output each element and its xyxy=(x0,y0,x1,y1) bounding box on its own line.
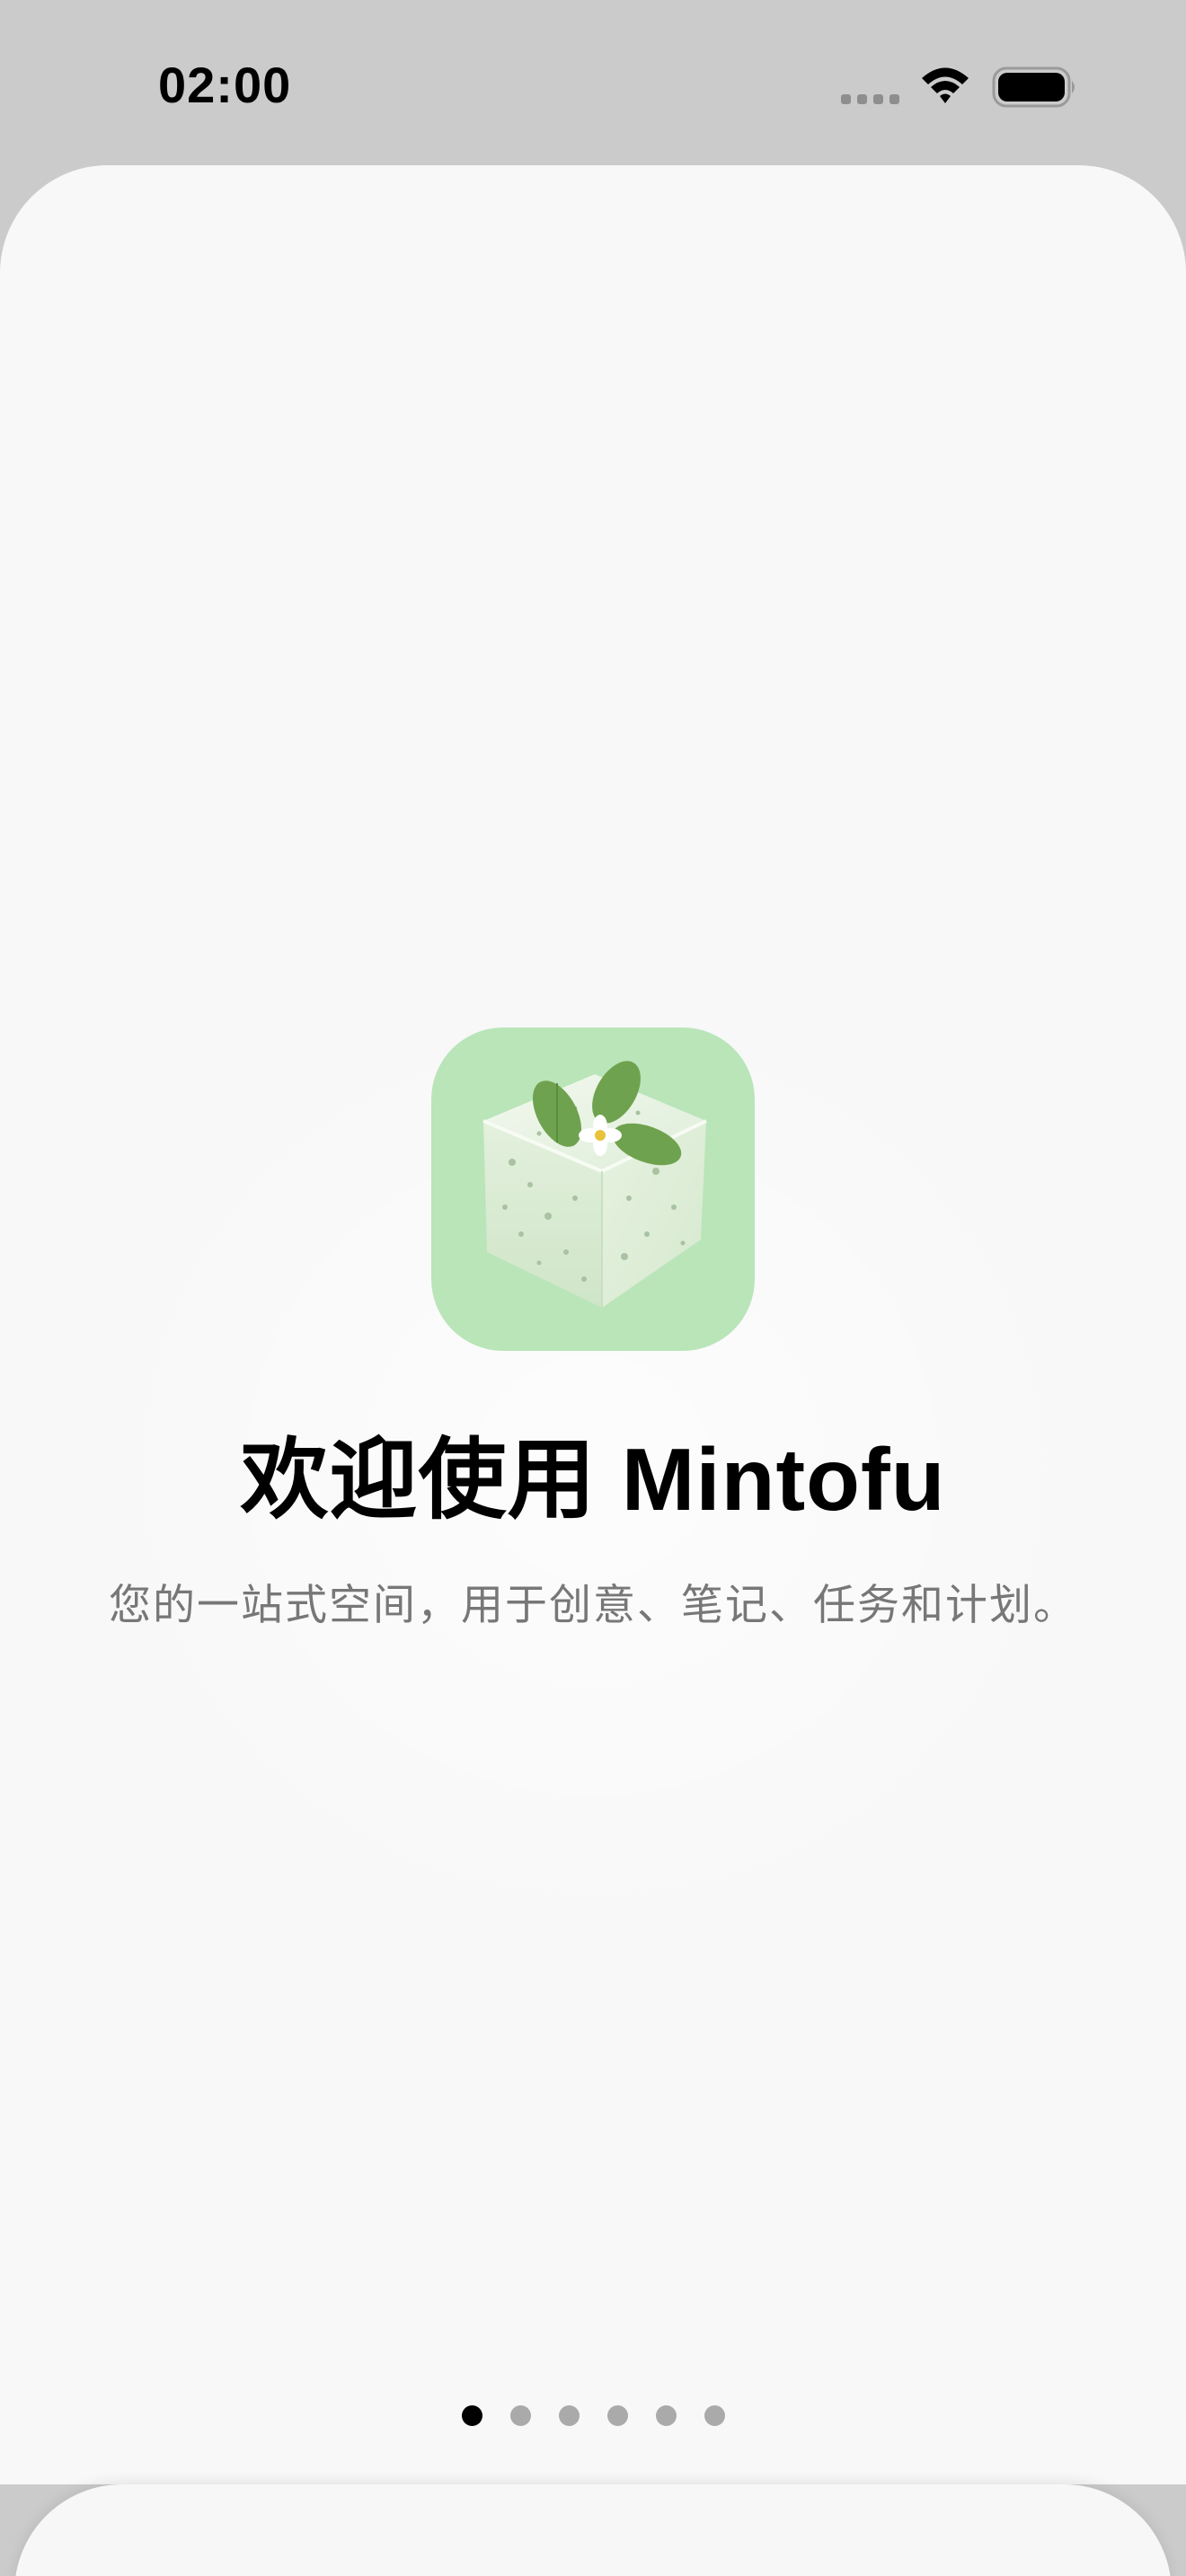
page-dot-3[interactable] xyxy=(558,2405,580,2426)
page-dot-2[interactable] xyxy=(509,2405,531,2426)
screen: 02:00 欢迎使用 Mintofu 您的一站式空间，用于创意、笔记、任务和计划… xyxy=(0,0,1186,2576)
background-card xyxy=(14,2484,1172,2576)
status-time: 02:00 xyxy=(158,57,292,113)
page-dot-6[interactable] xyxy=(704,2405,725,2426)
status-bar: 02:00 xyxy=(0,0,1186,167)
page-dot-5[interactable] xyxy=(655,2405,677,2426)
page-dot-4[interactable] xyxy=(606,2405,628,2426)
welcome-subtitle: 您的一站式空间，用于创意、笔记、任务和计划。 xyxy=(109,1581,1077,1628)
page-indicator[interactable] xyxy=(0,2405,1186,2426)
battery-icon xyxy=(992,66,1075,108)
welcome-title: 欢迎使用 Mintofu xyxy=(240,1430,946,1529)
page-dot-1[interactable] xyxy=(461,2405,482,2426)
mintofu-logo-icon xyxy=(431,1028,755,1351)
wifi-icon xyxy=(922,67,969,103)
signal-dots-icon xyxy=(841,94,899,104)
